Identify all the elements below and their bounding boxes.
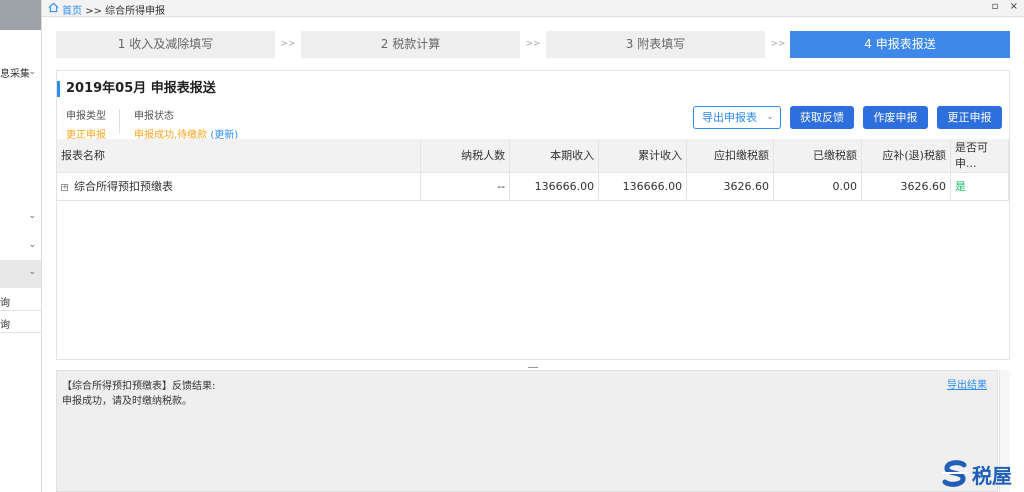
step-separator: >> [280, 39, 296, 49]
sidebar-subitem-query-1[interactable]: 查询 [0, 291, 41, 311]
report-name-text: 综合所得预扣预缴表 [74, 180, 173, 193]
report-submit-panel: 2019年05月 申报表报送 申报类型 更正申报 申报状态 申报成功,待缴款 (… [56, 70, 1010, 360]
feedback-result-panel: 【综合所得预扣预缴表】反馈结果: 申报成功，请及时缴纳税款。 导出结果 [56, 370, 998, 492]
sidebar-subitem-label: 查询 [0, 320, 10, 331]
sidebar-subitem-query-2[interactable]: 查询 [0, 313, 41, 333]
breadcrumb: 首页 >> 综合所得申报 [62, 2, 165, 17]
title-bar: 首页 >> 综合所得申报 ▫ × [42, 0, 1024, 17]
watermark-text: 税屋 [972, 464, 1012, 488]
sidebar-item-3[interactable]: ⌄ [0, 236, 41, 258]
chevron-down-icon: ⌄ [28, 211, 36, 221]
declare-type-label: 申报类型 [66, 111, 106, 122]
declare-status: 申报状态 申报成功,待缴款 (更新) [134, 107, 238, 141]
chevron-down-icon: ⌄ [766, 112, 774, 122]
cell-report-name: + 综合所得预扣预缴表 [57, 172, 422, 201]
declare-status-label: 申报状态 [134, 111, 174, 122]
declare-type: 申报类型 更正申报 [66, 107, 106, 141]
correct-report-button[interactable]: 更正申报 [937, 106, 1002, 129]
close-icon[interactable]: × [1010, 1, 1018, 12]
step-tax-calculation[interactable]: 2 税款计算 [301, 31, 520, 58]
step-income-deduction[interactable]: 1 收入及减除填写 [56, 31, 275, 58]
column-header-can-declare[interactable]: 是否可申... [950, 139, 1010, 173]
breadcrumb-home-link[interactable]: 首页 [62, 6, 82, 17]
sidebar-item-2[interactable]: ⌄ [0, 207, 41, 229]
cell-tax-paid: 0.00 [773, 172, 862, 201]
sidebar-item-info-collection[interactable]: 息采集 ⌄ [0, 63, 41, 85]
column-header-current-income[interactable]: 本期收入 [509, 139, 600, 173]
table-header-row: 报表名称 纳税人数 本期收入 累计收入 应扣缴税额 已缴税额 应补(退)税额 是… [57, 139, 1010, 173]
sidebar-item-selected[interactable]: ⌄ [0, 260, 41, 288]
export-result-link[interactable]: 导出结果 [947, 376, 987, 391]
logo-s-icon [942, 460, 968, 487]
chevron-down-icon: ⌄ [28, 267, 36, 277]
panel-splitter[interactable] [56, 361, 1010, 371]
cell-taxpayers: -- [420, 172, 511, 201]
restore-icon[interactable]: ▫ [992, 1, 999, 12]
divider [119, 109, 120, 133]
cell-tax-payable: 3626.60 [686, 172, 775, 201]
chevron-down-icon: ⌄ [28, 240, 36, 250]
breadcrumb-separator: >> [85, 6, 102, 17]
column-header-tax-paid[interactable]: 已缴税额 [773, 139, 862, 173]
cell-current-income: 136666.00 [509, 172, 600, 201]
cell-can-declare: 是 [950, 172, 1010, 201]
feedback-result-title: 【综合所得预扣预缴表】反馈结果: [62, 381, 216, 392]
sidebar-header [0, 0, 41, 30]
home-icon[interactable] [48, 2, 59, 13]
step-attachment[interactable]: 3 附表填写 [546, 31, 765, 58]
table-row[interactable]: + 综合所得预扣预缴表 -- 136666.00 136666.00 3626.6… [57, 172, 1010, 201]
column-header-cumulative-income[interactable]: 累计收入 [598, 139, 688, 173]
sidebar-item-label: 息采集 [0, 69, 30, 80]
watermark-logo: 税屋 [940, 459, 1020, 489]
step-submit-report[interactable]: 4 申报表报送 [790, 31, 1010, 58]
cell-cumulative-income: 136666.00 [598, 172, 688, 201]
chevron-down-icon: ⌄ [28, 67, 36, 77]
cell-tax-due: 3626.60 [861, 172, 951, 201]
feedback-result-message: 申报成功，请及时缴纳税款。 [62, 396, 192, 407]
get-feedback-button[interactable]: 获取反馈 [790, 106, 854, 129]
left-sidebar: 息采集 ⌄ ⌄ ⌄ ⌄ 查询 查询 [0, 0, 42, 492]
expand-icon[interactable]: + [61, 183, 68, 191]
column-header-taxpayers[interactable]: 纳税人数 [420, 139, 511, 173]
column-header-tax-payable[interactable]: 应扣缴税额 [686, 139, 775, 173]
page-title: 2019年05月 申报表报送 [57, 81, 216, 97]
step-wizard: 1 收入及减除填写 >> 2 税款计算 >> 3 附表填写 >> 4 申报表报送 [56, 31, 1010, 58]
breadcrumb-current: 综合所得申报 [105, 6, 166, 17]
report-table: 报表名称 纳税人数 本期收入 累计收入 应扣缴税额 已缴税额 应补(退)税额 是… [57, 139, 1010, 201]
step-separator: >> [525, 39, 541, 49]
column-header-tax-due[interactable]: 应补(退)税额 [861, 139, 951, 173]
export-report-label: 导出申报表 [702, 111, 757, 124]
column-header-report-name[interactable]: 报表名称 [57, 139, 422, 173]
export-report-dropdown[interactable]: 导出申报表 ⌄ [693, 106, 781, 129]
void-report-button[interactable]: 作废申报 [863, 106, 928, 129]
sidebar-subitem-label: 查询 [0, 298, 10, 309]
window-controls: ▫ × [984, 1, 1018, 12]
step-separator: >> [770, 39, 786, 49]
